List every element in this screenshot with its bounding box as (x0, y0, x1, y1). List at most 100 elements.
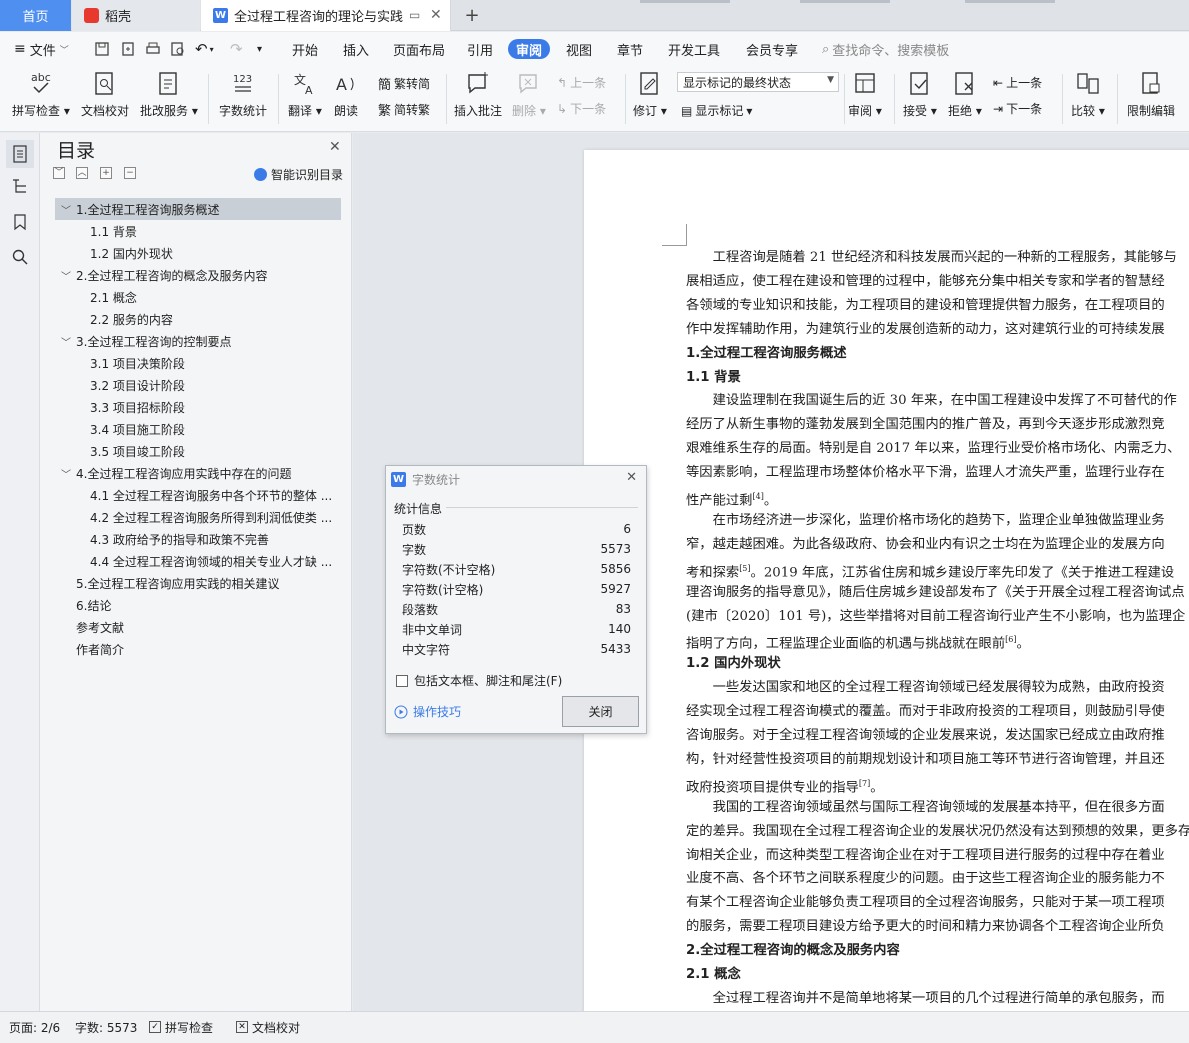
read-aloud-button[interactable]: A 朗读 (333, 70, 359, 119)
trad-to-simp-button[interactable]: 簡 繁转简 (378, 74, 430, 93)
toc-item[interactable]: ﹀ 4.全过程工程咨询应用实践中存在的问题 (55, 462, 341, 484)
toc-item[interactable]: 4.4 全过程工程咨询领域的相关专业人才缺 ... (55, 550, 341, 572)
include-textbox-checkbox[interactable]: 包括文本框、脚注和尾注(F) (396, 672, 562, 689)
menu-item-insert[interactable]: 插入 (343, 32, 369, 66)
citation-ref[interactable]: [4] (752, 492, 763, 501)
bookmark-icon[interactable] (11, 213, 31, 233)
toc-item[interactable]: 4.3 政府给予的指导和政策不完善 (55, 528, 341, 550)
restrict-editing-button[interactable]: 限制编辑 (1127, 70, 1175, 119)
tips-link[interactable]: 操作技巧 (394, 703, 461, 720)
toc-item[interactable]: 作者简介 (55, 638, 341, 660)
word-count-indicator[interactable]: 字数: 5573 (75, 1012, 137, 1042)
toc-item[interactable]: 1.1 背景 (55, 220, 341, 242)
toc-item[interactable]: 3.5 项目竣工阶段 (55, 440, 341, 462)
simp-to-trad-button[interactable]: 繁 简转繁 (378, 100, 430, 119)
show-markup-button[interactable]: ▤ 显示标记 ▾ (681, 102, 752, 119)
find-icon[interactable] (11, 248, 31, 268)
chevron-down-icon[interactable]: ﹀ (59, 268, 73, 283)
translate-button[interactable]: 文A 翻译 ▾ (288, 70, 322, 119)
next-change-button[interactable]: ⇥ 下一条 (993, 100, 1042, 117)
chevron-down-icon[interactable]: ﹀ (59, 334, 73, 349)
menu-item-devtools[interactable]: 开发工具 (668, 32, 720, 66)
quick-access-dropdown-icon[interactable]: ▾ (257, 32, 262, 66)
tab-close-icon[interactable]: ✕ (430, 7, 442, 23)
expand-all-icon[interactable]: ︿ (76, 167, 88, 179)
toc-item[interactable]: 5.全过程工程咨询应用实践的相关建议 (55, 572, 341, 594)
toc-item[interactable]: 3.1 项目决策阶段 (55, 352, 341, 374)
line-text: (建市〔2020〕101 号)，这些举措将对目前工程咨询行业产生不小影响，也为监… (686, 608, 1186, 624)
status-spell-check[interactable]: ✓ 拼写检查 (149, 1012, 213, 1042)
toc-item[interactable]: 6.结论 (55, 594, 341, 616)
collapse-all-icon[interactable]: ﹀ (53, 167, 65, 179)
print-preview-icon[interactable] (170, 32, 186, 66)
correction-service-button[interactable]: 批改服务 ▾ (140, 70, 198, 119)
smart-toc-button[interactable]: 智能识别目录 (254, 166, 343, 183)
toc-item[interactable]: 2.1 概念 (55, 286, 341, 308)
delete-comment-button[interactable]: 删除 ▾ (512, 70, 546, 119)
promote-icon[interactable]: + (100, 167, 112, 179)
tab-home[interactable]: 首页 (0, 0, 71, 31)
word-count-button[interactable]: 123 字数统计 (219, 70, 267, 119)
export-pdf-icon[interactable] (120, 32, 136, 66)
document-page[interactable]: 工程咨询是随着 21 世纪经济和科技发展而兴起的一种新的工程服务，其能够与 展相适… (584, 150, 1189, 1011)
toc-item[interactable]: 4.1 全过程工程咨询服务中各个环节的整体 ... (55, 484, 341, 506)
menu-item-member[interactable]: 会员专享 (746, 32, 798, 66)
doc-text-line: 等因素影响，工程监理市场整体价格水平下滑，监理人才流失严重，监理行业存在 (686, 465, 1165, 481)
revise-label: 修订 (633, 104, 658, 118)
next-comment-button[interactable]: ↳ 下一条 (557, 100, 606, 117)
close-icon[interactable]: ✕ (329, 139, 341, 155)
menu-item-reference[interactable]: 引用 (467, 32, 493, 66)
demote-icon[interactable]: − (124, 167, 136, 179)
toc-item[interactable]: 3.3 项目招标阶段 (55, 396, 341, 418)
status-doc-check[interactable]: ✕ 文档校对 (236, 1012, 300, 1042)
menu-item-start[interactable]: 开始 (292, 32, 318, 66)
outline-panel-icon[interactable] (11, 177, 31, 197)
citation-ref[interactable]: [7] (859, 779, 870, 788)
review-pane-button[interactable]: 审阅 ▾ (848, 70, 882, 119)
menu-item-chapter[interactable]: 章节 (617, 32, 643, 66)
new-tab-button[interactable]: + (460, 0, 484, 31)
prev-change-button[interactable]: ⇤ 上一条 (993, 74, 1042, 91)
prev-comment-button[interactable]: ↰ 上一条 (557, 74, 606, 91)
toc-item[interactable]: ﹀ 2.全过程工程咨询的概念及服务内容 (55, 264, 341, 286)
citation-ref[interactable]: [6] (1005, 635, 1016, 644)
toc-item[interactable]: 4.2 全过程工程咨询服务所得到利润低使类 ... (55, 506, 341, 528)
dialog-titlebar[interactable]: W 字数统计 (386, 466, 646, 492)
dialog-close-icon[interactable]: ✕ (626, 470, 637, 485)
menu-item-review[interactable]: 审阅 (508, 39, 551, 59)
checkbox-box[interactable] (396, 674, 408, 687)
menu-item-view[interactable]: 视图 (566, 32, 592, 66)
toc-item[interactable]: ﹀ 3.全过程工程咨询的控制要点 (55, 330, 341, 352)
accept-button[interactable]: 接受 ▾ (903, 70, 937, 119)
spell-check-button[interactable]: abc 拼写检查 ▾ (12, 70, 70, 119)
citation-ref[interactable]: [5] (739, 564, 750, 573)
save-icon[interactable] (94, 32, 110, 66)
tab-daoke[interactable]: 稻壳 (72, 0, 200, 31)
markup-state-select[interactable]: 显示标记的最终状态 ▼ (677, 72, 839, 92)
toc-item[interactable]: ﹀ 1.全过程工程咨询服务概述 (55, 198, 341, 220)
dialog-close-button[interactable]: 关闭 (562, 696, 639, 727)
command-search[interactable]: ⌕ 查找命令、搜索模板 (822, 32, 949, 66)
toc-item[interactable]: 参考文献 (55, 616, 341, 638)
document-check-button[interactable]: 文档校对 (81, 70, 129, 119)
print-icon[interactable] (145, 32, 161, 66)
chevron-down-icon[interactable]: ﹀ (59, 202, 73, 217)
toc-item[interactable]: 3.2 项目设计阶段 (55, 374, 341, 396)
toc-item[interactable]: 3.4 项目施工阶段 (55, 418, 341, 440)
line-text-tail: 。 (1016, 636, 1030, 652)
toc-panel-icon[interactable] (6, 140, 34, 168)
menu-item-layout[interactable]: 页面布局 (393, 32, 445, 66)
toc-item[interactable]: 2.2 服务的内容 (55, 308, 341, 330)
page-indicator[interactable]: 页面: 2/6 (9, 1012, 60, 1042)
revise-button[interactable]: 修订 ▾ (633, 70, 667, 119)
restore-icon[interactable]: ▭ (409, 8, 420, 22)
reject-button[interactable]: 拒绝 ▾ (948, 70, 982, 119)
toc-item[interactable]: 1.2 国内外现状 (55, 242, 341, 264)
redo-icon[interactable]: ↷ (230, 32, 243, 66)
compare-button[interactable]: 比较 ▾ (1071, 70, 1105, 119)
undo-icon[interactable]: ↶ ▾ (195, 32, 214, 66)
chevron-down-icon[interactable]: ﹀ (59, 466, 73, 481)
file-menu[interactable]: ≡ 文件 ﹀ (14, 32, 69, 66)
insert-comment-button[interactable]: 插入批注 (454, 70, 502, 119)
tab-document[interactable]: W 全过程工程咨询的理论与实践 ▭ ✕ (201, 0, 451, 31)
